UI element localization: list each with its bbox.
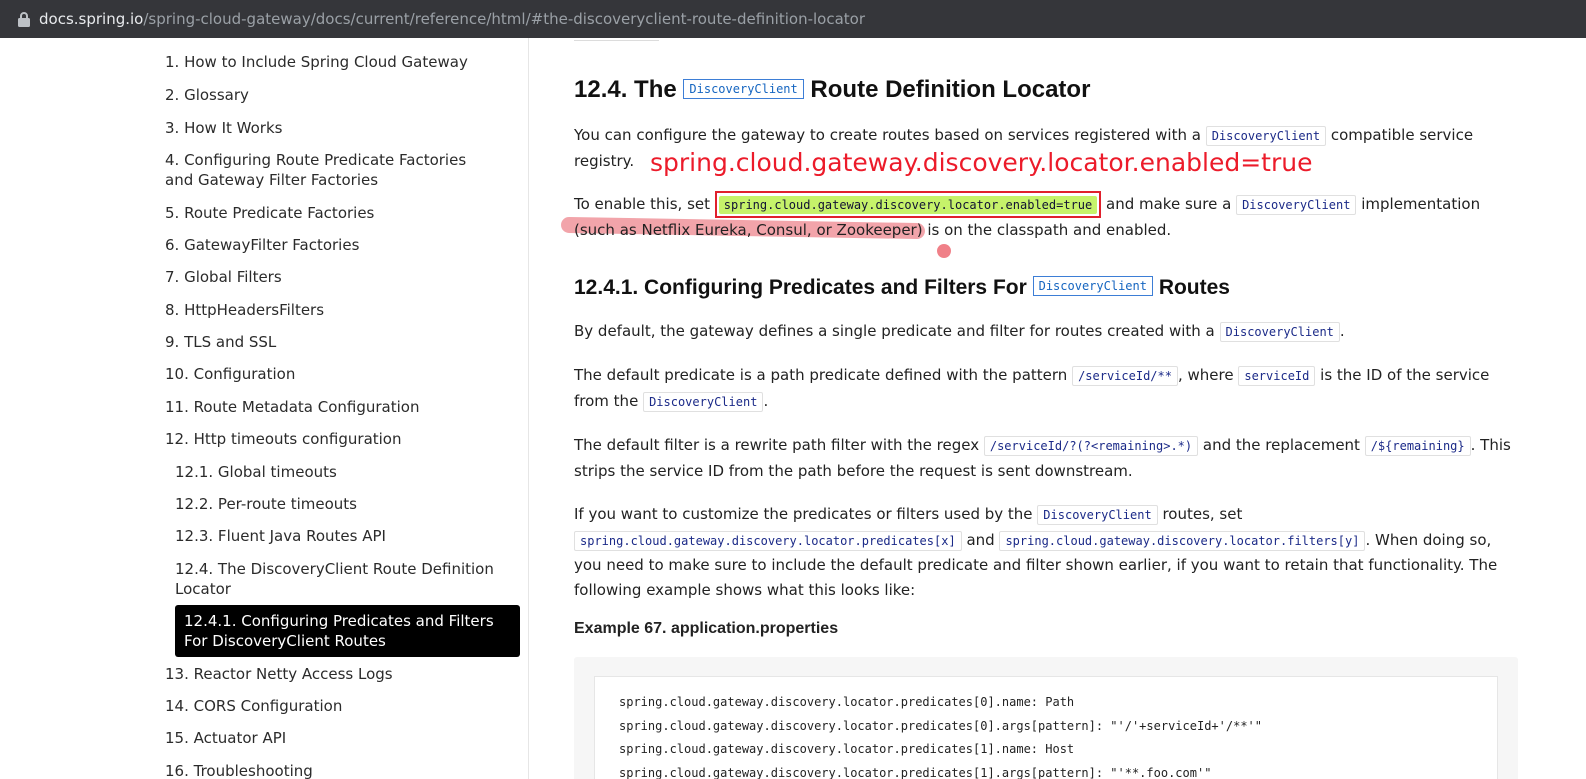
toc-item-include[interactable]: 1. How to Include Spring Cloud Gateway [165, 52, 468, 72]
url-host: docs.spring.io [39, 10, 144, 28]
paragraph-default-predicate: The default predicate is a path predicat… [574, 363, 1519, 414]
toc-item-route-metadata[interactable]: 11. Route Metadata Configuration [165, 397, 419, 417]
section-heading-12-4-1: 12.4.1. Configuring Predicates and Filte… [574, 274, 1230, 302]
toc-item-glossary[interactable]: 2. Glossary [165, 85, 249, 105]
toc-sidebar: 1. How to Include Spring Cloud Gateway 2… [0, 38, 528, 779]
main-content: 12.4. The DiscoveryClient Route Definiti… [529, 38, 1586, 779]
inline-code: DiscoveryClient [643, 391, 764, 412]
inline-code-highlighted: spring.cloud.gateway.discovery.locator.e… [718, 196, 1098, 214]
example-title: Example 67. application.properties [574, 620, 839, 637]
divider [574, 38, 659, 41]
inline-code: spring.cloud.gateway.discovery.locator.p… [574, 530, 962, 551]
url-text[interactable]: docs.spring.io/spring-cloud-gateway/docs… [39, 10, 865, 28]
paragraph-default: By default, the gateway defines a single… [574, 319, 1519, 345]
toc-item-troubleshooting[interactable]: 16. Troubleshooting [165, 761, 313, 779]
heading-code[interactable]: DiscoveryClient [683, 79, 804, 99]
paragraph-customize: If you want to customize the predicates … [574, 502, 1519, 602]
inline-code: DiscoveryClient [1236, 195, 1357, 215]
toc-item-httpheadersfilters[interactable]: 8. HttpHeadersFilters [165, 300, 324, 320]
toc-item-configuring-factories[interactable]: 4. Configuring Route Predicate Factories… [165, 150, 495, 190]
toc-item-fluent-java[interactable]: 12.3. Fluent Java Routes API [175, 526, 386, 546]
inline-code: serviceId [1238, 366, 1316, 386]
address-bar[interactable]: docs.spring.io/spring-cloud-gateway/docs… [0, 0, 1586, 38]
text: and make sure a [1101, 195, 1237, 213]
text: . [1339, 322, 1345, 340]
code-listing: spring.cloud.gateway.discovery.locator.p… [574, 657, 1518, 779]
code-line: spring.cloud.gateway.discovery.locator.p… [619, 742, 1075, 756]
inline-code: /serviceId/** [1072, 366, 1178, 386]
annotation-dot [937, 244, 951, 258]
toc-item-tls-ssl[interactable]: 9. TLS and SSL [165, 332, 276, 352]
url-path: /spring-cloud-gateway/docs/current/refer… [143, 10, 865, 28]
text: . [763, 391, 769, 410]
heading-code[interactable]: DiscoveryClient [1032, 276, 1153, 296]
text: and [961, 530, 1000, 549]
toc-item-route-predicate[interactable]: 5. Route Predicate Factories [165, 203, 374, 223]
code-line: spring.cloud.gateway.discovery.locator.p… [619, 695, 1075, 709]
toc-item-configuration[interactable]: 10. Configuration [165, 364, 295, 384]
inline-code: /serviceId/?(?<remaining>.*) [983, 436, 1199, 456]
toc-item-global-filters[interactable]: 7. Global Filters [165, 267, 282, 287]
inline-code: DiscoveryClient [1037, 505, 1158, 525]
text: routes, set [1157, 505, 1243, 523]
toc-item-per-route-timeouts[interactable]: 12.2. Per-route timeouts [175, 494, 357, 514]
toc-item-discoveryclient-locator[interactable]: 12.4. The DiscoveryClient Route Definiti… [175, 559, 495, 599]
heading-text: 12.4. The [574, 76, 684, 103]
handwritten-annotation: spring.cloud.gateway.discovery.locator.e… [650, 148, 1313, 177]
heading-text: Route Definition Locator [803, 76, 1091, 103]
toc-item-cors[interactable]: 14. CORS Configuration [165, 696, 342, 716]
toc-item-global-timeouts[interactable]: 12.1. Global timeouts [175, 462, 337, 482]
lock-icon [18, 12, 30, 27]
heading-text: Routes [1152, 276, 1230, 299]
toc-item-gatewayfilter[interactable]: 6. GatewayFilter Factories [165, 235, 359, 255]
code-line: spring.cloud.gateway.discovery.locator.p… [619, 719, 1262, 733]
inline-code: /${remaining} [1364, 436, 1471, 456]
toc-item-configuring-predicates-active[interactable]: 12.4.1. Configuring Predicates and Filte… [175, 605, 520, 657]
inline-code: DiscoveryClient [1219, 322, 1340, 342]
section-heading-12-4: 12.4. The DiscoveryClient Route Definiti… [574, 75, 1090, 105]
text: You can configure the gateway to create … [574, 126, 1206, 144]
highlight-box: spring.cloud.gateway.discovery.locator.e… [714, 191, 1102, 218]
inline-code: spring.cloud.gateway.discovery.locator.f… [999, 530, 1366, 551]
code-block[interactable]: spring.cloud.gateway.discovery.locator.p… [594, 676, 1498, 779]
paragraph-default-filter: The default filter is a rewrite path fil… [574, 433, 1519, 483]
text: To enable this, set [574, 195, 715, 213]
text: , where [1177, 366, 1239, 384]
toc-item-how-it-works[interactable]: 3. How It Works [165, 118, 282, 138]
heading-text: 12.4.1. Configuring Predicates and Filte… [574, 276, 1033, 299]
text: If you want to customize the predicates … [574, 505, 1038, 523]
text: By default, the gateway defines a single… [574, 322, 1220, 340]
toc-item-reactor-netty[interactable]: 13. Reactor Netty Access Logs [165, 664, 393, 684]
inline-code: DiscoveryClient [1205, 126, 1327, 146]
text: The default filter is a rewrite path fil… [574, 436, 984, 454]
text: The default predicate is a path predicat… [574, 366, 1073, 384]
text: and the replacement [1198, 436, 1365, 454]
toc-item-http-timeouts[interactable]: 12. Http timeouts configuration [165, 429, 402, 449]
toc-item-actuator[interactable]: 15. Actuator API [165, 728, 286, 748]
code-line: spring.cloud.gateway.discovery.locator.p… [619, 766, 1212, 779]
paragraph-enable: To enable this, set spring.cloud.gateway… [574, 191, 1519, 243]
